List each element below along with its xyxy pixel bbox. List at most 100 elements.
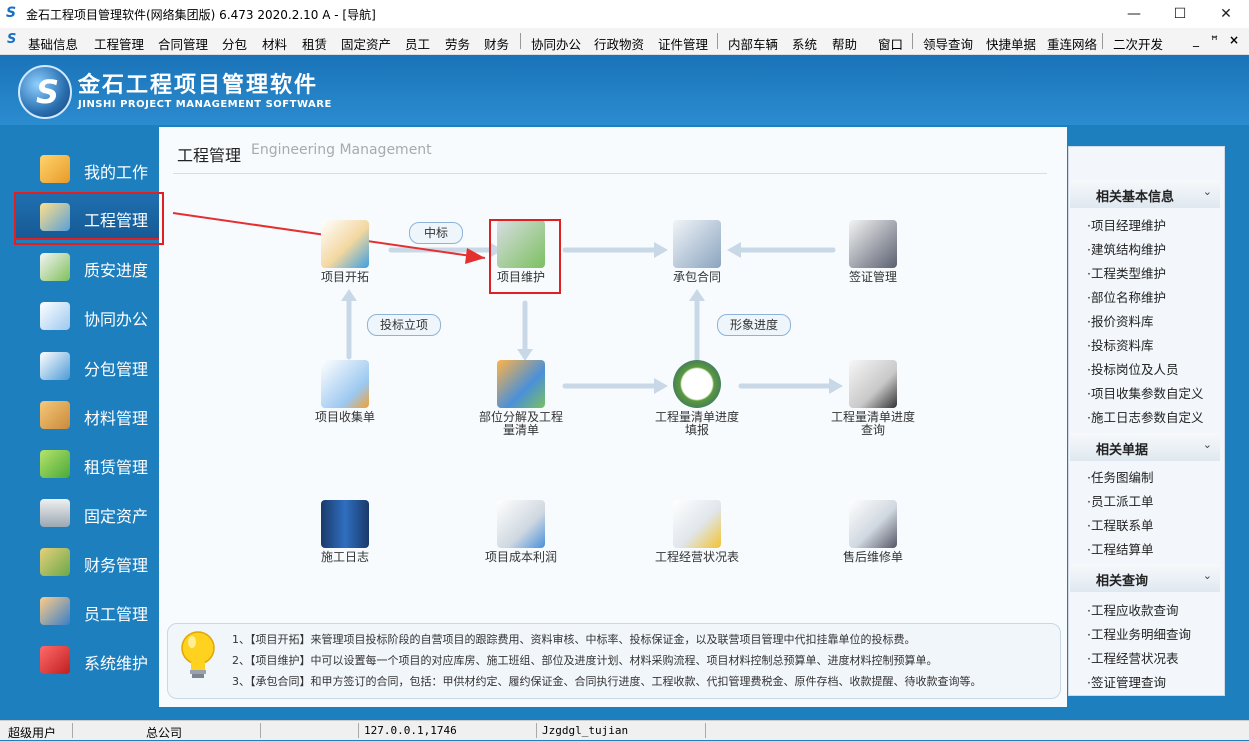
menu-cheliang[interactable]: 内部车辆 <box>728 34 778 53</box>
menu-fenbao[interactable]: 分包 <box>222 34 247 53</box>
cubes-sheet-icon <box>497 360 545 408</box>
menu-laowu[interactable]: 劳务 <box>445 34 470 53</box>
node-shouhou-weixiu[interactable]: 售后维修单 <box>813 500 933 564</box>
node-jingying-zhuangkuang[interactable]: 工程经营状况表 <box>637 500 757 564</box>
node-label: 承包合同 <box>672 270 721 284</box>
nav-collab-office[interactable]: 协同办公 <box>16 294 164 338</box>
nav-label: 材料管理 <box>84 409 149 428</box>
nav-label: 固定资产 <box>84 507 149 526</box>
maximize-button[interactable]: ☐ <box>1157 0 1203 28</box>
node-jindu-tianbao[interactable]: 工程量清单进度填报 <box>637 360 757 437</box>
link-toubiao-ziliaoku[interactable]: ·投标资料库 <box>1087 335 1153 354</box>
minimize-button[interactable]: — <box>1111 0 1157 28</box>
clock-refresh-icon <box>673 360 721 408</box>
menu-erci[interactable]: 二次开发 <box>1113 34 1163 53</box>
menu-cailiao[interactable]: 材料 <box>262 34 287 53</box>
menu-caiwu[interactable]: 财务 <box>484 34 509 53</box>
link-gongcheng-leixing[interactable]: ·工程类型维护 <box>1087 263 1166 282</box>
mdi-minimize-button[interactable]: _ <box>1193 33 1199 47</box>
link-yewu-mingxi[interactable]: ·工程业务明细查询 <box>1087 624 1191 643</box>
close-button[interactable]: ✕ <box>1203 0 1249 28</box>
nav-fixed-assets[interactable]: 固定资产 <box>16 491 164 535</box>
app-menu-icon[interactable]: S <box>7 32 23 48</box>
node-shouji-dan[interactable]: 项目收集单 <box>285 360 405 424</box>
menu-chonglian[interactable]: 重连网络 <box>1047 34 1097 53</box>
menu-chuangkou[interactable]: 窗口 <box>878 34 903 53</box>
nav-lease[interactable]: 租赁管理 <box>16 442 164 486</box>
right-panel: 相关基本信息 ⌄ ·项目经理维护 ·建筑结构维护 ·工程类型维护 ·部位名称维护… <box>1068 146 1225 696</box>
node-chengbao-hetong[interactable]: 承包合同 <box>637 220 757 284</box>
menu-jichu[interactable]: 基础信息 <box>28 34 78 53</box>
menu-separator <box>717 33 718 49</box>
link-buwei-mingcheng[interactable]: ·部位名称维护 <box>1087 287 1166 306</box>
menu-zhengjian[interactable]: 证件管理 <box>658 34 708 53</box>
menu-yuangong[interactable]: 员工 <box>405 34 430 53</box>
spreadsheet-icon <box>497 500 545 548</box>
menu-zulin[interactable]: 租赁 <box>302 34 327 53</box>
nav-label: 系统维护 <box>84 654 149 673</box>
node-chengben-lirun[interactable]: 项目成本利润 <box>461 500 581 564</box>
nav-my-work[interactable]: 我的工作 <box>16 147 164 191</box>
node-label: 售后维修单 <box>842 550 903 564</box>
node-label: 项目收集单 <box>314 410 375 424</box>
nav-material[interactable]: 材料管理 <box>16 393 164 437</box>
nav-highlight-box <box>14 192 164 245</box>
notepad-icon <box>321 360 369 408</box>
service-person-icon <box>849 500 897 548</box>
link-lianxi-dan[interactable]: ·工程联系单 <box>1087 515 1153 534</box>
group-title: 相关基本信息 <box>1096 190 1175 205</box>
nav-system[interactable]: 系统维护 <box>16 638 164 682</box>
link-jiesuan-dan[interactable]: ·工程结算单 <box>1087 539 1153 558</box>
link-renwutu[interactable]: ·任务图编制 <box>1087 467 1153 486</box>
link-jianzhu-jiegou[interactable]: ·建筑结构维护 <box>1087 239 1166 258</box>
nav-subcontract[interactable]: 分包管理 <box>16 344 164 388</box>
menu-lingdao[interactable]: 领导查询 <box>923 34 973 53</box>
node-label: 施工日志 <box>320 550 369 564</box>
node-jindu-chaxun[interactable]: 工程量清单进度查询 <box>813 360 933 437</box>
menu-xingzheng[interactable]: 行政物资 <box>594 34 644 53</box>
node-qianzheng[interactable]: 签证管理 <box>813 220 933 284</box>
group-header-queries[interactable]: 相关查询 ⌄ <box>1070 564 1220 592</box>
node-shigong-rizhi[interactable]: 施工日志 <box>285 500 405 564</box>
nav-quality-progress[interactable]: 质安进度 <box>16 245 164 289</box>
node-buwei-fenjie[interactable]: 部位分解及工程量清单 <box>461 360 581 437</box>
menu-hetong[interactable]: 合同管理 <box>158 34 208 53</box>
menu-bangzhu[interactable]: 帮助 <box>832 34 857 53</box>
link-shouji-canshu[interactable]: ·项目收集参数自定义 <box>1087 383 1203 402</box>
title-bar: S 金石工程项目管理软件(网络集团版) 6.473 2020.2.10 A - … <box>0 0 1249 28</box>
link-yingshoukuan[interactable]: ·工程应收款查询 <box>1087 600 1178 619</box>
nav-label: 财务管理 <box>84 556 149 575</box>
link-toubiao-gangwei[interactable]: ·投标岗位及人员 <box>1087 359 1178 378</box>
status-server: 127.0.0.1,1746 <box>364 724 457 737</box>
mdi-restore-button[interactable]: ꟸ <box>1211 33 1218 47</box>
menu-xitong[interactable]: 系统 <box>792 34 817 53</box>
nav-label: 质安进度 <box>84 261 149 280</box>
nav-finance[interactable]: 财务管理 <box>16 540 164 584</box>
node-xiangmu-kaituo[interactable]: 项目开拓 <box>285 220 405 284</box>
menu-kuaijie[interactable]: 快捷单据 <box>986 34 1036 53</box>
group-header-documents[interactable]: 相关单据 ⌄ <box>1070 433 1220 461</box>
tip-line-3: 3、【承包合同】和甲方签订的合同，包括：甲供材约定、履约保证金、合同执行进度、工… <box>232 675 982 688</box>
group-header-basic-info[interactable]: 相关基本信息 ⌄ <box>1070 180 1220 208</box>
node-label: 项目成本利润 <box>484 550 557 564</box>
menu-xietong[interactable]: 协同办公 <box>531 34 581 53</box>
link-qianzheng-chaxun[interactable]: ·签证管理查询 <box>1087 672 1166 691</box>
brand-banner: S 金石工程项目管理软件 JINSHI PROJECT MANAGEMENT S… <box>0 55 1249 125</box>
status-separator <box>358 723 359 738</box>
link-baojia-ziliaoku[interactable]: ·报价资料库 <box>1087 311 1153 330</box>
menu-separator <box>912 33 913 49</box>
link-paigong-dan[interactable]: ·员工派工单 <box>1087 491 1153 510</box>
nav-label: 协同办公 <box>84 310 149 329</box>
nav-staff[interactable]: 员工管理 <box>16 589 164 633</box>
clock-list-icon <box>40 253 70 281</box>
menu-separator <box>520 33 521 49</box>
node-label: 项目开拓 <box>320 270 369 284</box>
link-rizhi-canshu[interactable]: ·施工日志参数自定义 <box>1087 407 1203 426</box>
link-xiangmu-jingli[interactable]: ·项目经理维护 <box>1087 215 1166 234</box>
menu-guding[interactable]: 固定资产 <box>341 34 391 53</box>
node-label: 工程量清单进度填报 <box>654 410 739 437</box>
link-jingying-zhuangkuang[interactable]: ·工程经营状况表 <box>1087 648 1178 667</box>
menu-gongcheng[interactable]: 工程管理 <box>94 34 144 53</box>
mdi-close-button[interactable]: × <box>1229 33 1239 47</box>
status-bar: 超级用户 总公司 127.0.0.1,1746 Jzgdgl_tujian <box>0 720 1249 740</box>
